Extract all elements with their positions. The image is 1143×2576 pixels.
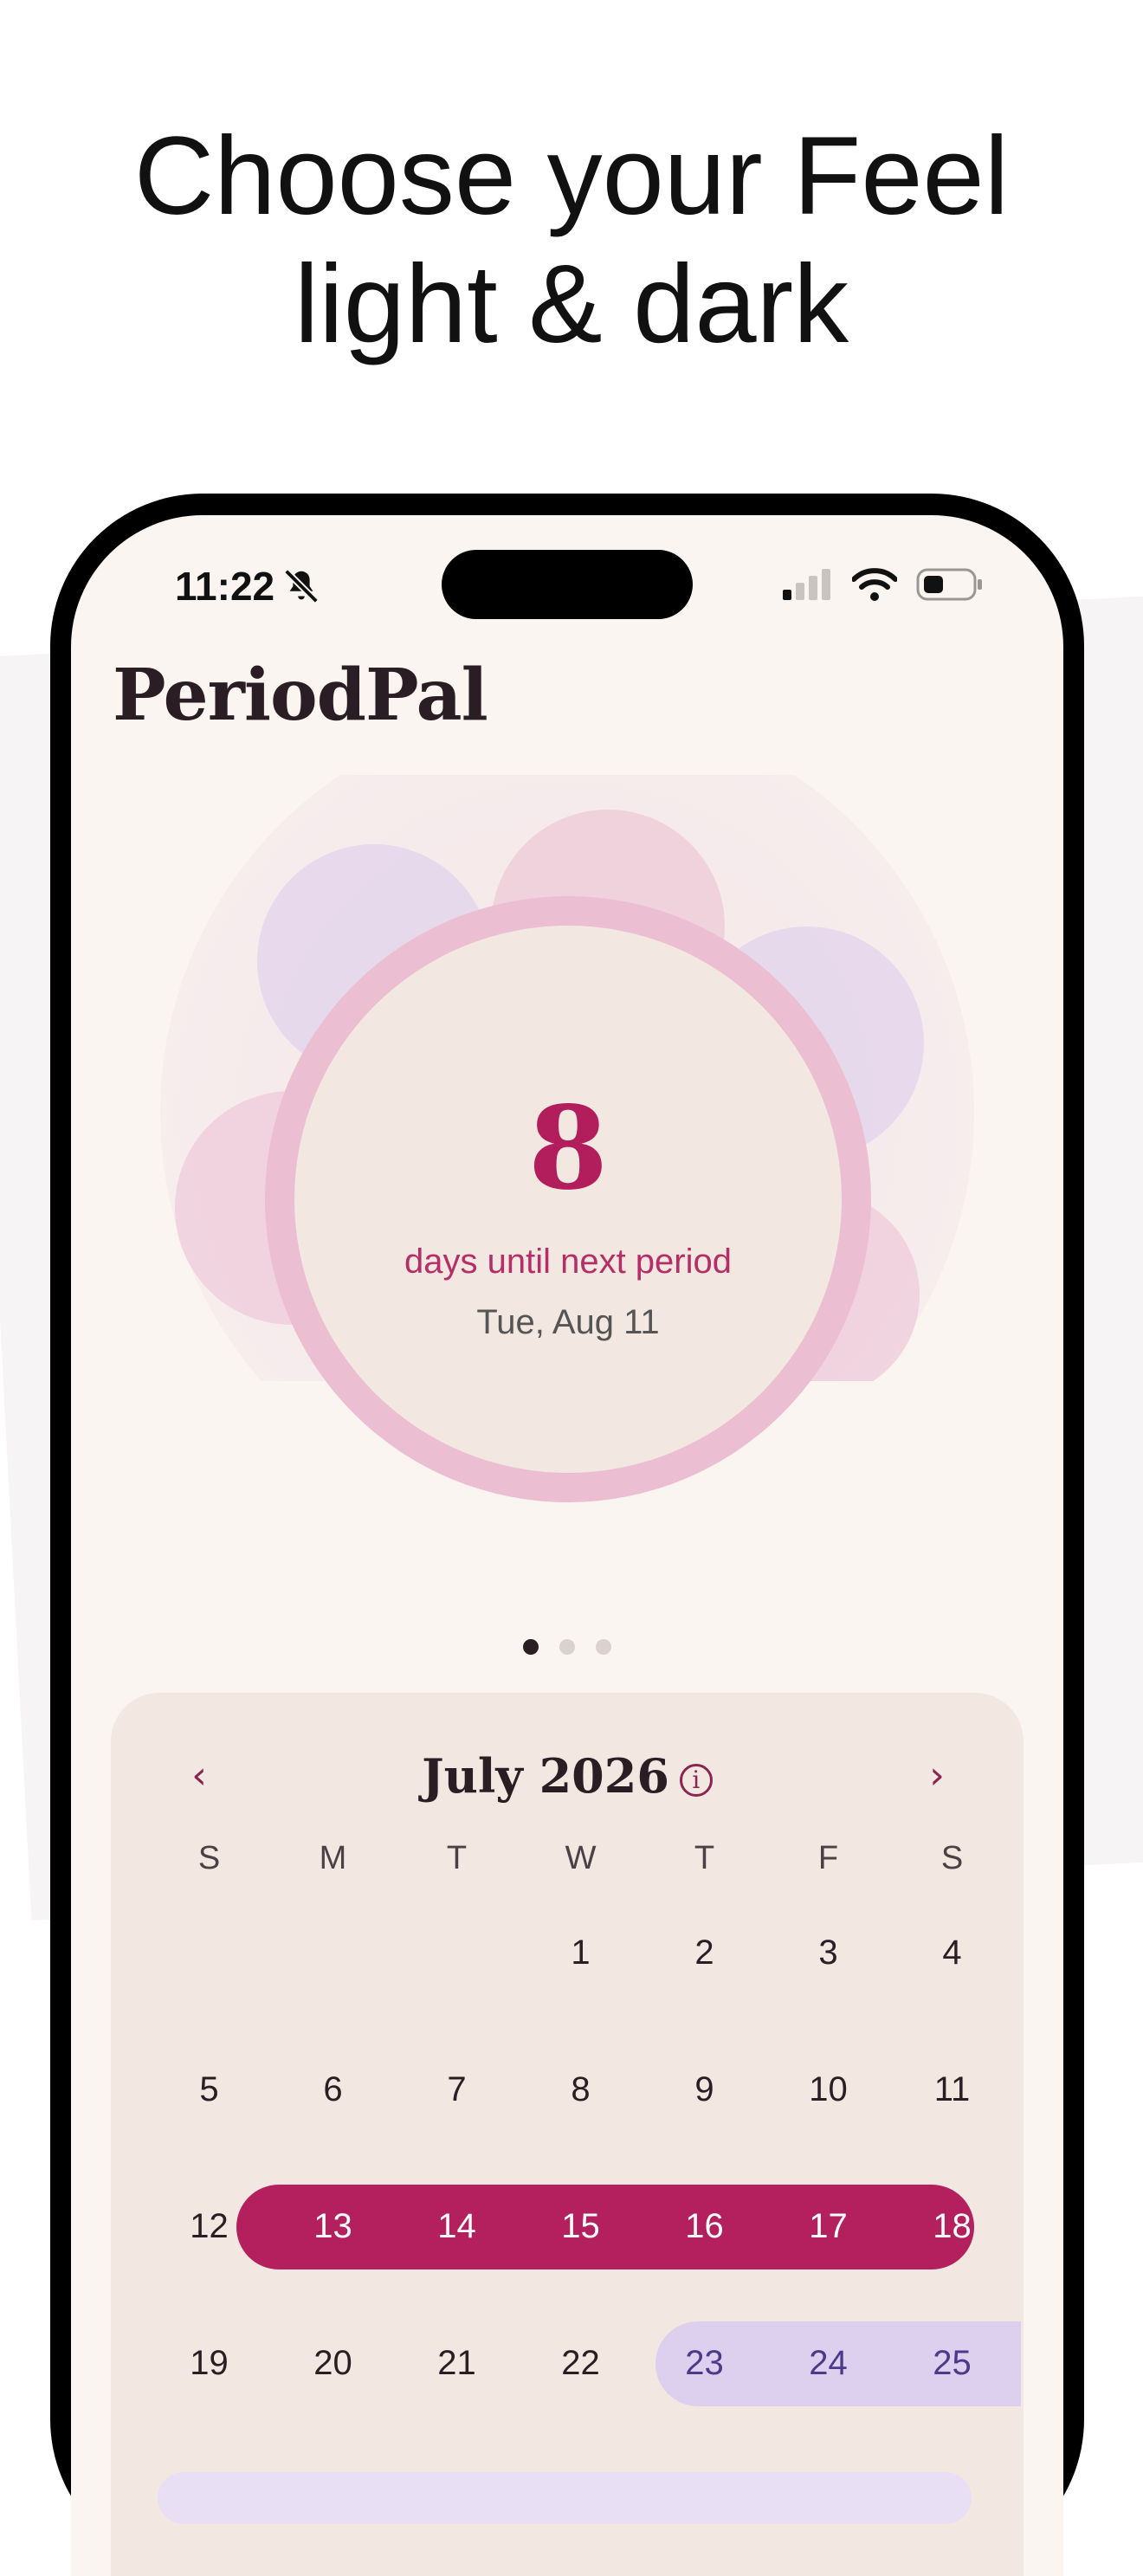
- days-count: 8: [528, 1081, 608, 1216]
- calendar-grid: S M T W T F S 1 2 3 4 5 6 7 8 9 10 11 12…: [147, 1840, 1021, 2481]
- weekday-label: T: [694, 1840, 715, 1876]
- battery-icon: [916, 568, 982, 601]
- calendar-day[interactable]: 12: [147, 2207, 271, 2246]
- fertile-day[interactable]: 23: [643, 2344, 766, 2383]
- status-time-text: 11:22: [175, 564, 275, 609]
- calendar-day[interactable]: 9: [643, 2070, 766, 2109]
- fertile-day[interactable]: 25: [890, 2344, 1014, 2383]
- status-time: 11:22: [175, 563, 321, 610]
- calendar-card: ‹ July 2026 i › S M T W T F S 1 2 3 4 5 …: [111, 1693, 1024, 2576]
- wifi-icon: [852, 568, 897, 601]
- period-day[interactable]: 13: [271, 2207, 395, 2246]
- calendar-day[interactable]: 20: [271, 2344, 395, 2383]
- page-dot-3[interactable]: [596, 1639, 611, 1655]
- next-month-button[interactable]: ›: [911, 1753, 963, 1798]
- page-dot-2[interactable]: [559, 1639, 575, 1655]
- weekday-label: T: [446, 1840, 468, 1876]
- fertile-day[interactable]: 24: [766, 2344, 890, 2383]
- calendar-day[interactable]: 10: [766, 2070, 890, 2109]
- phone-screen: 11:22 PeriodPal 8 days until next period…: [71, 515, 1063, 2576]
- status-icons: [783, 567, 984, 602]
- calendar-week-period: 12 13 14 15 16 17 18: [147, 2185, 1013, 2321]
- calendar-day[interactable]: 8: [519, 2070, 643, 2109]
- dynamic-island: [442, 550, 693, 619]
- calendar-day[interactable]: 7: [395, 2070, 519, 2109]
- period-day[interactable]: 16: [643, 2207, 766, 2246]
- calendar-day[interactable]: 19: [147, 2344, 271, 2383]
- calendar-day[interactable]: 6: [271, 2070, 395, 2109]
- period-day[interactable]: 18: [890, 2207, 1014, 2246]
- marketing-headline: Choose your Feel light & dark: [0, 113, 1143, 369]
- period-day[interactable]: 14: [395, 2207, 519, 2246]
- page-dot-1[interactable]: [523, 1639, 539, 1655]
- calendar-day[interactable]: 22: [519, 2344, 643, 2383]
- calendar-day[interactable]: 21: [395, 2344, 519, 2383]
- cellular-signal-icon: [783, 569, 830, 600]
- calendar-day[interactable]: 11: [890, 2070, 1014, 2109]
- days-label: days until next period: [404, 1243, 732, 1281]
- calendar-day[interactable]: 4: [890, 1934, 1014, 1972]
- bell-muted-icon: [284, 569, 320, 604]
- app-title: PeriodPal: [113, 654, 488, 737]
- calendar-week: 1 2 3 4: [147, 1934, 1013, 2070]
- weekday-label: S: [197, 1840, 221, 1876]
- weekday-label: M: [319, 1840, 347, 1876]
- weekday-label: W: [565, 1840, 597, 1876]
- period-day[interactable]: 17: [766, 2207, 890, 2246]
- month-label: July 2026: [422, 1748, 669, 1804]
- month-title: July 2026 i: [111, 1748, 1024, 1804]
- countdown-center: 8 days until next period Tue, Aug 11: [294, 926, 842, 1473]
- info-icon[interactable]: i: [679, 1763, 713, 1797]
- headline-line-1: Choose your Feel: [133, 114, 1010, 238]
- weekday-row: S M T W T F S: [147, 1840, 1013, 1934]
- calendar-header: ‹ July 2026 i ›: [111, 1748, 1024, 1817]
- next-period-date: Tue, Aug 11: [476, 1303, 660, 1341]
- weekday-label: F: [817, 1840, 839, 1876]
- calendar-day[interactable]: 5: [147, 2070, 271, 2109]
- calendar-week-fertile: 19 20 21 22 23 24 25: [147, 2321, 1021, 2458]
- period-day[interactable]: 15: [519, 2207, 643, 2246]
- headline-line-2: light & dark: [294, 242, 849, 366]
- calendar-day[interactable]: 3: [766, 1934, 890, 1972]
- page-indicator[interactable]: [71, 1639, 1063, 1655]
- weekday-label: S: [940, 1840, 964, 1876]
- calendar-day[interactable]: 2: [643, 1934, 766, 1972]
- countdown-ring: 8 days until next period Tue, Aug 11: [265, 896, 871, 1502]
- calendar-day[interactable]: 1: [519, 1934, 643, 1972]
- next-card-peek: [158, 2472, 972, 2524]
